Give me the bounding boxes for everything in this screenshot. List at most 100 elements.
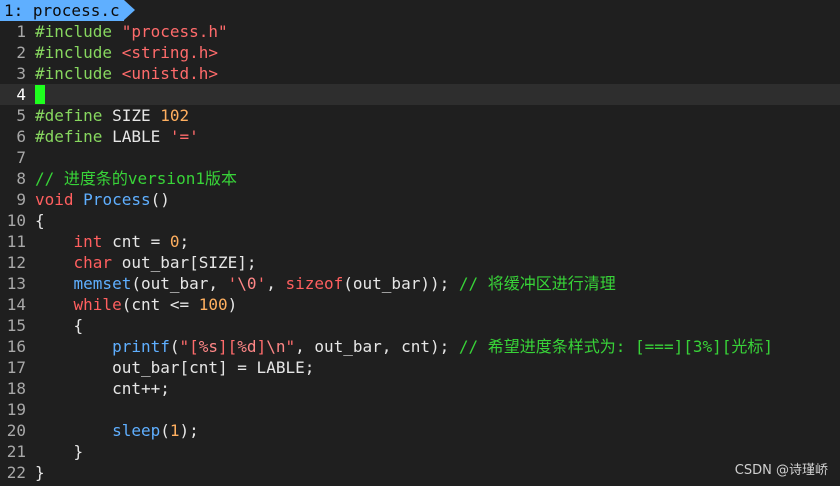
code-token: cnt = (102, 232, 170, 251)
code-text: while(cnt <= 100) (35, 294, 238, 315)
code-text: char out_bar[SIZE]; (35, 252, 257, 273)
code-token: #define (35, 106, 103, 125)
code-text: cnt++; (35, 378, 170, 399)
code-line[interactable]: 18 cnt++; (0, 378, 840, 399)
line-number: 20 (6, 421, 26, 440)
code-token: #include (35, 22, 113, 41)
line-number: 8 (16, 169, 26, 188)
line-number: 19 (6, 400, 26, 419)
code-token: char (73, 253, 113, 272)
code-token: memset (73, 274, 132, 293)
text-cursor (35, 85, 45, 104)
code-line[interactable]: 6 #define LABLE '=' (0, 126, 840, 147)
line-number: 7 (16, 148, 26, 167)
code-line[interactable]: 22} (0, 462, 840, 483)
code-line[interactable]: 15 { (0, 315, 840, 336)
code-text: printf("[%s][%d]\n", out_bar, cnt); // 希… (35, 336, 773, 357)
code-token: } (35, 442, 84, 461)
line-number: 3 (16, 64, 26, 83)
watermark: CSDN @诗瑾峤 (734, 463, 828, 478)
line-number: 10 (6, 211, 26, 230)
code-token: ( (169, 337, 180, 356)
code-token: out_bar[cnt] = LABLE; (35, 358, 315, 377)
code-token: printf (112, 337, 170, 356)
code-token: ); (179, 421, 199, 440)
tabline: 1: process.c (0, 0, 840, 21)
code-text: #define LABLE '=' (35, 126, 199, 147)
code-text: } (35, 462, 45, 483)
code-token: (out_bar, (131, 274, 228, 293)
code-token: ][ (218, 337, 238, 356)
code-line[interactable]: 12 char out_bar[SIZE]; (0, 252, 840, 273)
code-line[interactable]: 20 sleep(1); (0, 420, 840, 441)
code-line[interactable]: 3 #include <unistd.h> (0, 63, 840, 84)
code-token: ' (256, 274, 267, 293)
code-token: 100 (198, 295, 228, 314)
code-token: <string.h> (121, 43, 219, 62)
code-token: '=' (169, 127, 199, 146)
code-text: out_bar[cnt] = LABLE; (35, 357, 314, 378)
code-token: (out_bar)); (343, 274, 459, 293)
code-token: // 希望进度条样式为: [===][3%][光标] (458, 337, 774, 356)
line-number: 15 (6, 316, 26, 335)
code-token: () (150, 190, 170, 209)
code-text: #include <unistd.h> (35, 63, 218, 84)
line-number: 22 (6, 463, 26, 482)
code-token: "process.h" (121, 22, 228, 41)
tab-arrow-icon (124, 0, 135, 20)
code-line[interactable]: 7 (0, 147, 840, 168)
line-number: 1 (16, 22, 26, 41)
code-line[interactable]: 21 } (0, 441, 840, 462)
code-text: #include <string.h> (35, 42, 218, 63)
code-line[interactable]: 4 (0, 84, 840, 105)
code-line[interactable]: 5 #define SIZE 102 (0, 105, 840, 126)
code-token: while (73, 295, 122, 314)
line-number: 12 (6, 253, 26, 272)
code-line[interactable]: 1 #include "process.h" (0, 21, 840, 42)
code-line[interactable]: 13 memset(out_bar, '\0', sizeof(out_bar)… (0, 273, 840, 294)
code-line[interactable]: 8 // 进度条的version1版本 (0, 168, 840, 189)
code-token: (cnt <= (121, 295, 199, 314)
code-token: %d (237, 337, 257, 356)
code-token: out_bar[SIZE]; (112, 253, 257, 272)
code-text: memset(out_bar, '\0', sizeof(out_bar)); … (35, 273, 616, 294)
code-token: int (73, 232, 103, 251)
code-token: 1 (169, 421, 180, 440)
code-token: ' (227, 274, 238, 293)
code-token: , out_bar, cnt); (295, 337, 459, 356)
code-line[interactable]: 11 int cnt = 0; (0, 231, 840, 252)
code-token: \0 (237, 274, 257, 293)
code-editor[interactable]: 1 #include "process.h" 2 #include <string.h… (0, 21, 840, 483)
code-line[interactable]: 2 #include <string.h> (0, 42, 840, 63)
code-text (35, 84, 45, 105)
code-line[interactable]: 16 printf("[%s][%d]\n", out_bar, cnt); /… (0, 336, 840, 357)
code-token: { (35, 316, 84, 335)
code-token: " (285, 337, 296, 356)
code-line[interactable]: 10 { (0, 210, 840, 231)
code-token: <unistd.h> (121, 64, 219, 83)
code-line[interactable]: 14 while(cnt <= 100) (0, 294, 840, 315)
line-number: 6 (16, 127, 26, 146)
code-line[interactable]: 9 void Process() (0, 189, 840, 210)
code-text: { (35, 315, 84, 336)
code-text: // 进度条的version1版本 (35, 168, 237, 189)
code-line[interactable]: 19 (0, 399, 840, 420)
code-text: #include "process.h" (35, 21, 228, 42)
code-token: cnt++; (35, 379, 170, 398)
code-line[interactable]: 17 out_bar[cnt] = LABLE; (0, 357, 840, 378)
line-number: 21 (6, 442, 26, 461)
code-token: #define (35, 127, 103, 146)
tab-process-c[interactable]: 1: process.c (0, 0, 124, 21)
code-token: Process (83, 190, 151, 209)
line-number: 5 (16, 106, 26, 125)
code-token: sleep (112, 421, 161, 440)
code-text: { (35, 210, 45, 231)
